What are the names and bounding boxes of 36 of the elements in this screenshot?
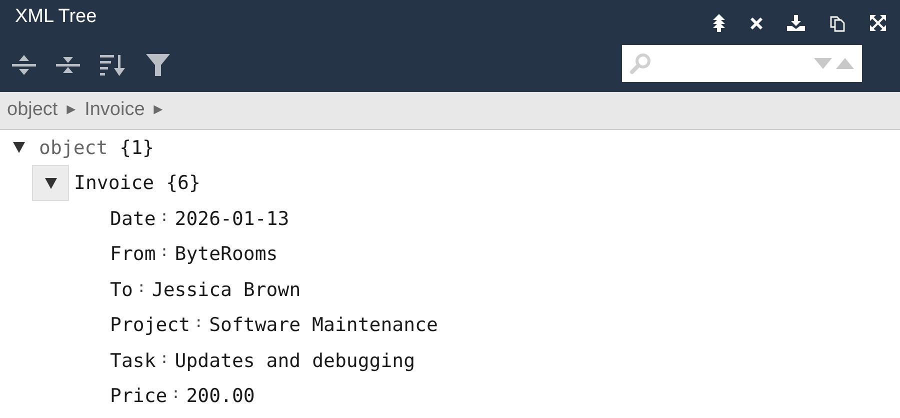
breadcrumb-item[interactable]: Invoice (84, 96, 145, 125)
field-key: To (110, 276, 133, 304)
window-title: XML Tree (14, 5, 97, 29)
download-icon[interactable] (787, 12, 805, 34)
field-value: Updates and debugging (174, 348, 416, 374)
field-value: 200.00 (186, 384, 255, 409)
search-icon (630, 52, 652, 74)
breadcrumb-separator: ► (150, 100, 166, 120)
field-key: Task (110, 346, 156, 375)
node-label: object (39, 136, 108, 160)
sort-icon[interactable] (100, 53, 126, 77)
fullscreen-icon[interactable] (870, 12, 886, 34)
expand-icon[interactable] (12, 53, 36, 77)
field-separator: : (171, 383, 180, 404)
field-separator: : (160, 241, 169, 262)
caret-down-icon (44, 178, 56, 189)
field-key: Project (110, 311, 190, 340)
caret-down-icon (12, 142, 24, 154)
field-separator: : (160, 348, 169, 368)
filter-icon[interactable] (146, 53, 170, 77)
node-label: Invoice (74, 171, 154, 196)
field-separator: : (160, 206, 169, 226)
field-key: Price (110, 382, 168, 410)
field-key: From (110, 240, 156, 268)
breadcrumb-separator: ► (64, 100, 79, 120)
field-value: Software Maintenance (209, 313, 438, 338)
field-value: 2026-01-13 (174, 206, 290, 232)
toggle-button[interactable] (32, 165, 69, 202)
field-value: Jessica Brown (152, 278, 301, 302)
field-separator: : (136, 276, 146, 298)
node-count: {6} (166, 171, 200, 196)
field-separator: : (194, 312, 204, 333)
node-count: {1} (120, 136, 154, 160)
field-key: Date (110, 204, 156, 233)
breadcrumb-item[interactable]: object (7, 96, 58, 125)
field-value: ByteRooms (174, 242, 278, 267)
